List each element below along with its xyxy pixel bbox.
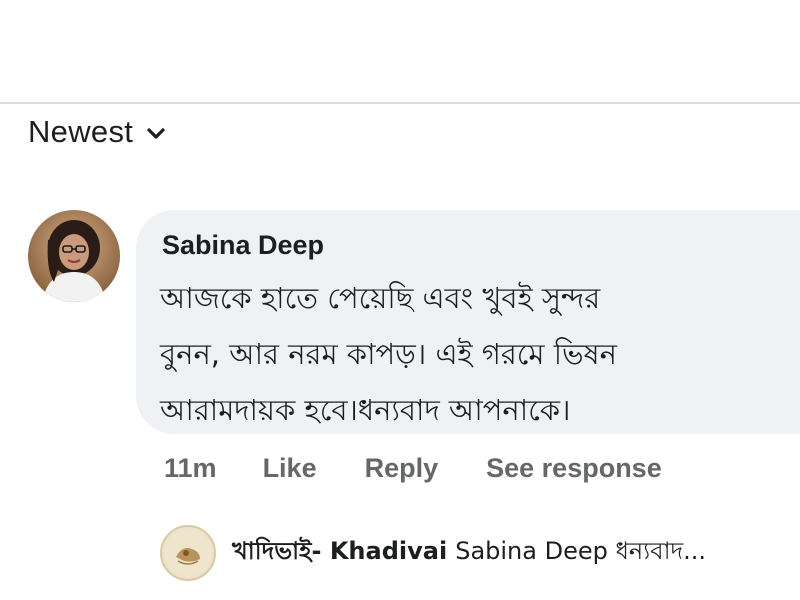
like-button[interactable]: Like [263,453,317,484]
section-divider [0,102,800,104]
comment-timestamp[interactable]: 11m [164,453,217,484]
reply-avatar[interactable] [160,525,216,581]
comment-line: আরামদায়ক হবে।ধন্যবাদ আপনাকে। [160,393,571,427]
reply-preview[interactable]: খাদিভাই- Khadivai Sabina Deep ধন্যবাদ... [160,523,706,583]
avatar[interactable] [28,210,120,302]
avatar-photo [28,210,120,302]
comments-panel: Newest Sabina Deep আজকে হাতে পেয়েছি এবং… [0,0,800,600]
chevron-down-icon [147,128,165,139]
brand-logo-icon [164,529,212,577]
reply-author[interactable]: খাদিভাই- Khadivai [232,533,447,573]
sort-label: Newest [28,114,134,149]
comment-author[interactable]: Sabina Deep [162,230,324,261]
comment-bubble: Sabina Deep আজকে হাতে পেয়েছি এবং খুবই স… [136,210,800,434]
comment-line: বুনন, আর নরম কাপড়। এই গরমে ভিষন [160,337,617,371]
comment-actions: 11m Like Reply See response [164,448,710,488]
sort-dropdown[interactable]: Newest [28,112,167,152]
reply-snippet: Sabina Deep ধন্যবাদ... [455,537,707,565]
comment-text: আজকে হাতে পেয়েছি এবং খুবই সুন্দর বুনন, … [160,270,780,438]
comment-line: আজকে হাতে পেয়েছি এবং খুবই সুন্দর [160,281,601,315]
see-response-button[interactable]: See response [486,453,662,484]
reply-button[interactable]: Reply [365,453,439,484]
